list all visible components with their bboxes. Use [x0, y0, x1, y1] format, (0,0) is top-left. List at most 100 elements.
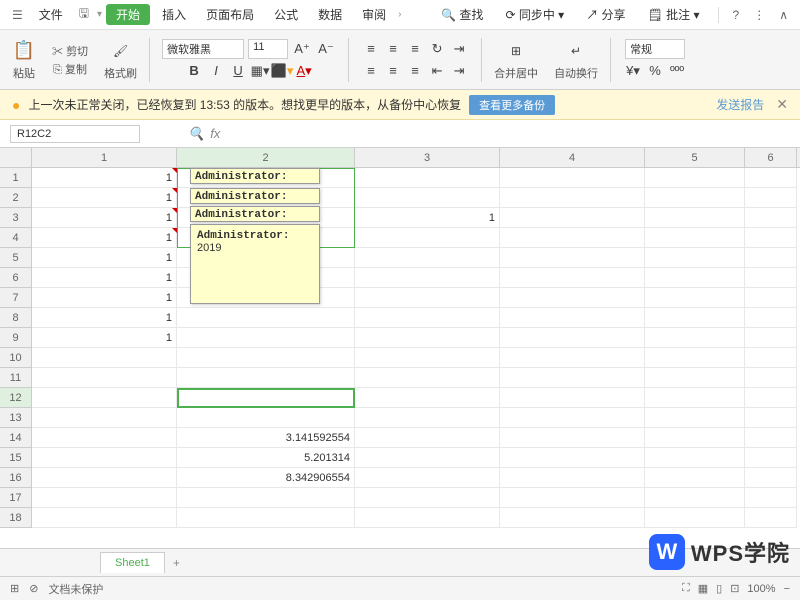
- merge-group: ⊞ 合并居中: [490, 39, 542, 81]
- comment-tooltip: Administrator:: [190, 168, 320, 184]
- align-mid-icon[interactable]: ≡: [383, 39, 403, 59]
- orient-icon[interactable]: ↻: [427, 39, 447, 59]
- paste-group: 📋 粘贴: [8, 39, 40, 81]
- fill-icon[interactable]: ⬛▾: [272, 61, 292, 81]
- protect-label: 文档未保护: [48, 581, 103, 597]
- help-icon[interactable]: ?: [729, 6, 744, 24]
- annotate-button[interactable]: 🗒 批注 ▾: [640, 4, 708, 25]
- comment-tooltip: Administrator:: [190, 188, 320, 204]
- font-inc-icon[interactable]: A⁺: [292, 39, 312, 59]
- bold-icon[interactable]: B: [184, 61, 204, 81]
- menu-file[interactable]: 文件: [31, 4, 71, 25]
- font-dec-icon[interactable]: A⁻: [316, 39, 336, 59]
- add-sheet-button[interactable]: +: [165, 552, 188, 574]
- copy-button[interactable]: ⎘ 复制: [53, 61, 87, 77]
- font-group: 微软雅黑 11 A⁺ A⁻ B I U ▦▾ ⬛▾ A▾: [158, 39, 340, 81]
- merge-label: 合并居中: [494, 65, 538, 81]
- paste-icon[interactable]: 📋: [12, 39, 36, 63]
- col-header[interactable]: 1: [32, 148, 177, 167]
- comment-tooltip: Administrator:: [190, 206, 320, 222]
- indent-icon[interactable]: ⇥: [449, 39, 469, 59]
- comma-icon[interactable]: ººº: [667, 61, 687, 81]
- italic-icon[interactable]: I: [206, 61, 226, 81]
- col-header[interactable]: 5: [645, 148, 745, 167]
- align-top-icon[interactable]: ≡: [361, 39, 381, 59]
- merge-icon[interactable]: ⊞: [504, 39, 528, 63]
- align-center-icon[interactable]: ≡: [383, 61, 403, 81]
- fx-icon[interactable]: 🔍fx: [188, 126, 220, 142]
- logo-text: WPS学院: [691, 536, 790, 568]
- comment-indicator-icon: [172, 228, 177, 233]
- collapse-icon[interactable]: ∧: [775, 6, 792, 24]
- menu-start[interactable]: 开始: [106, 4, 150, 25]
- warn-icon: ●: [12, 97, 20, 113]
- status-bar: ⊞ ⊘ 文档未保护 ⛶ ▦ ▯ ⊡ 100% −: [0, 576, 800, 600]
- cut-button[interactable]: ✂ 剪切: [52, 43, 88, 59]
- align-left-icon[interactable]: ≡: [361, 61, 381, 81]
- more-icon[interactable]: ›: [398, 9, 401, 20]
- wrap-label: 自动换行: [554, 65, 598, 81]
- more-menu-icon[interactable]: ⋮: [749, 6, 769, 24]
- page-view-icon[interactable]: ▯: [716, 582, 722, 595]
- wrap-group: ↵ 自动换行: [550, 39, 602, 81]
- indent2-icon[interactable]: ⇥: [449, 61, 469, 81]
- fontcolor-icon[interactable]: A▾: [294, 61, 314, 81]
- comment-indicator-icon: [172, 168, 177, 173]
- font-size-select[interactable]: 11: [248, 39, 288, 59]
- numfmt-select[interactable]: 常规: [625, 39, 685, 59]
- wrap-icon[interactable]: ↵: [564, 39, 588, 63]
- formula-bar: R12C2 🔍fx: [0, 120, 800, 148]
- sync-button[interactable]: ⟳ 同步中 ▾: [497, 4, 572, 25]
- align-right-icon[interactable]: ≡: [405, 61, 425, 81]
- sheet-tab[interactable]: Sheet1: [100, 552, 165, 573]
- select-all-corner[interactable]: [0, 148, 32, 167]
- menu-insert[interactable]: 插入: [154, 4, 194, 25]
- zoom-out-icon[interactable]: −: [784, 583, 790, 595]
- comment-indicator-icon: [172, 188, 177, 193]
- align-group: ≡ ≡ ≡ ↻ ⇥ ≡ ≡ ≡ ⇤ ⇥: [357, 39, 473, 81]
- menubar: ☰ 文件 🖫 ▾ 开始 插入 页面布局 公式 数据 审阅 › 🔍 查找 ⟳ 同步…: [0, 0, 800, 30]
- percent-icon[interactable]: %: [645, 61, 665, 81]
- font-name-select[interactable]: 微软雅黑: [162, 39, 244, 59]
- zoom-label: 100%: [747, 583, 775, 595]
- tab-switcher-icon[interactable]: ⊞: [10, 582, 19, 595]
- menu-data[interactable]: 数据: [310, 4, 350, 25]
- send-report-link[interactable]: 发送报告: [716, 96, 764, 113]
- menu-formula[interactable]: 公式: [266, 4, 306, 25]
- col-header[interactable]: 3: [355, 148, 500, 167]
- save-icon[interactable]: 🖫: [75, 2, 93, 27]
- comment-indicator-icon: [172, 208, 177, 213]
- dropdown-icon[interactable]: ▾: [97, 9, 102, 20]
- align-bot-icon[interactable]: ≡: [405, 39, 425, 59]
- border-icon[interactable]: ▦▾: [250, 61, 270, 81]
- col-header[interactable]: 4: [500, 148, 645, 167]
- menu-icon[interactable]: ☰: [8, 6, 27, 24]
- rows: 11 21 311 41 51 61 71 81 91 10 11 12 13 …: [0, 168, 800, 528]
- view-icon[interactable]: ⛶: [682, 582, 690, 595]
- ribbon: 📋 粘贴 ✂ 剪切 ⎘ 复制 🖌 格式刷 微软雅黑 11 A⁺ A⁻ B I U…: [0, 30, 800, 90]
- find-button[interactable]: 🔍 查找: [433, 4, 491, 25]
- col-header[interactable]: 6: [745, 148, 797, 167]
- protect-icon: ⊘: [29, 582, 38, 595]
- menu-review[interactable]: 审阅: [354, 4, 394, 25]
- col-header[interactable]: 2: [177, 148, 355, 167]
- name-box[interactable]: R12C2: [10, 125, 140, 143]
- backup-button[interactable]: 查看更多备份: [469, 95, 555, 115]
- outdent-icon[interactable]: ⇤: [427, 61, 447, 81]
- format-group: 常规 ¥▾ % ººº: [619, 39, 691, 81]
- underline-icon[interactable]: U: [228, 61, 248, 81]
- currency-icon[interactable]: ¥▾: [623, 61, 643, 81]
- comment-tooltip: Administrator:2019: [190, 224, 320, 304]
- formatbrush-group: 🖌 格式刷: [100, 39, 141, 81]
- recovery-notification: ● 上一次未正常关闭，已经恢复到 13:53 的版本。想找更早的版本，从备份中心…: [0, 90, 800, 120]
- spreadsheet-grid[interactable]: 1 2 3 4 5 6 11 21 311 41 51 61 71 81 91 …: [0, 148, 800, 548]
- formatbrush-icon[interactable]: 🖌: [109, 39, 133, 63]
- close-icon[interactable]: ✕: [776, 96, 788, 113]
- grid-view-icon[interactable]: ▦: [698, 582, 708, 595]
- clipboard-group: ✂ 剪切 ⎘ 复制: [48, 43, 92, 77]
- share-button[interactable]: ↗ 分享: [578, 4, 633, 25]
- formatbrush-label: 格式刷: [104, 65, 137, 81]
- menu-layout[interactable]: 页面布局: [198, 4, 262, 25]
- layout-view-icon[interactable]: ⊡: [730, 582, 739, 595]
- logo-icon: W: [649, 534, 685, 570]
